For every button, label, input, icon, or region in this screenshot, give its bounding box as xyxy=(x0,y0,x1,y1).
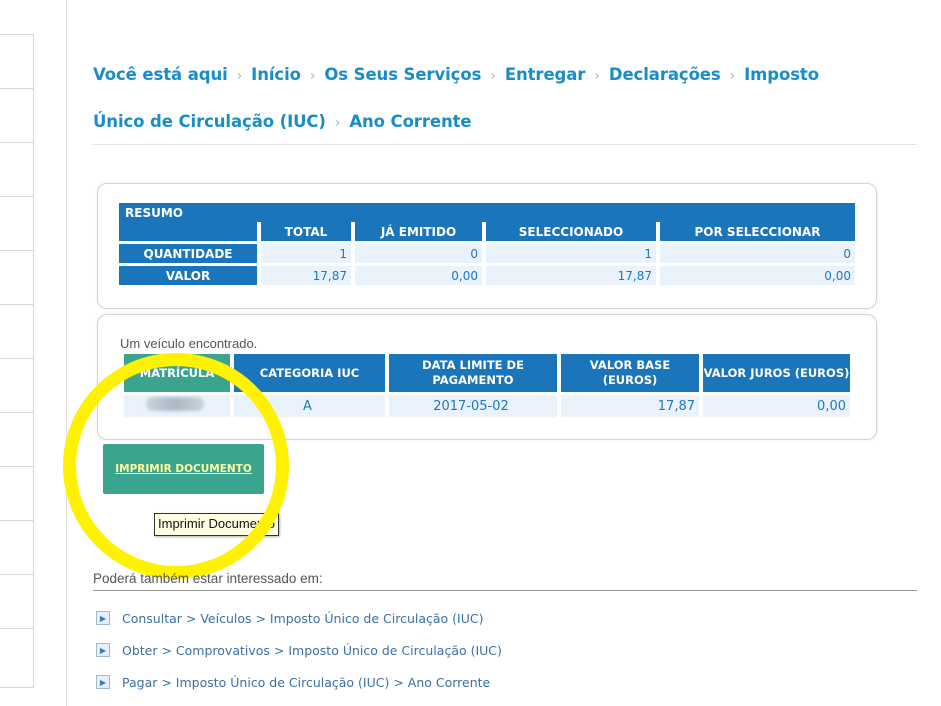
breadcrumb-ano-corrente[interactable]: Ano Corrente xyxy=(349,112,471,131)
breadcrumb-prefix: Você está aqui xyxy=(93,65,228,84)
play-arrow-icon: ▶ xyxy=(96,643,110,657)
divider xyxy=(93,590,917,591)
sidebar-item[interactable] xyxy=(0,197,33,251)
sidebar-item[interactable] xyxy=(0,251,33,305)
summary-cell: 0 xyxy=(660,241,855,263)
summary-header-total: TOTAL xyxy=(261,222,355,241)
related-link[interactable]: ▶ Consultar > Veículos > Imposto Único d… xyxy=(96,602,502,634)
sidebar-item[interactable] xyxy=(0,89,33,143)
summary-table: RESUMO TOTAL JÁ EMITIDO SELECCIONADO POR… xyxy=(119,203,855,285)
col-data-limite: DATA LIMITE DE PAGAMENTO xyxy=(389,354,561,392)
vehicles-found-text: Um veículo encontrado. xyxy=(120,336,258,351)
print-tooltip: Imprimir Documento xyxy=(154,513,280,536)
summary-header-por-seleccionar: POR SELECCIONAR xyxy=(660,222,855,241)
summary-header-seleccionado: SELECCIONADO xyxy=(486,222,660,241)
summary-header-empty xyxy=(119,222,261,241)
play-arrow-icon: ▶ xyxy=(96,675,110,689)
breadcrumb-servicos[interactable]: Os Seus Serviços xyxy=(324,65,481,84)
summary-cell: 0 xyxy=(355,241,486,263)
cell-data-limite: 2017-05-02 xyxy=(389,392,561,417)
summary-cell: 17,87 xyxy=(486,263,660,285)
sidebar-item[interactable] xyxy=(0,35,33,89)
print-document-button[interactable]: IMPRIMIR DOCUMENTO xyxy=(103,444,264,494)
related-link-label[interactable]: Pagar > Imposto Único de Circulação (IUC… xyxy=(122,675,490,690)
breadcrumb-separator-icon: › xyxy=(594,68,600,84)
cell-categoria: A xyxy=(234,392,389,417)
related-link-label[interactable]: Consultar > Veículos > Imposto Único de … xyxy=(122,611,484,626)
breadcrumb-separator-icon: › xyxy=(490,68,496,84)
vehicles-panel: Um veículo encontrado. MATRÍCULA CATEGOR… xyxy=(97,314,877,440)
related-link[interactable]: ▶ Pagar > Imposto Único de Circulação (I… xyxy=(96,666,502,698)
sidebar-item[interactable] xyxy=(0,305,33,359)
sidebar-item[interactable] xyxy=(0,575,33,629)
breadcrumb-separator-icon: › xyxy=(309,68,316,84)
summary-title: RESUMO xyxy=(119,203,855,222)
col-categoria: CATEGORIA IUC xyxy=(234,354,389,392)
summary-cell: 0,00 xyxy=(660,263,855,285)
summary-cell: 1 xyxy=(261,241,355,263)
summary-panel: RESUMO TOTAL JÁ EMITIDO SELECCIONADO POR… xyxy=(97,183,877,309)
breadcrumb-separator-icon: › xyxy=(236,68,243,84)
breadcrumb-iuc[interactable]: Único de Circulação (IUC) xyxy=(93,112,326,131)
breadcrumb-separator-icon: › xyxy=(729,68,736,84)
divider xyxy=(93,144,917,145)
cell-valor-juros: 0,00 xyxy=(703,392,850,417)
col-valor-juros: VALOR JUROS (EUROS) xyxy=(703,354,850,392)
breadcrumb: Você está aqui › Início › Os Seus Serviços › E… xyxy=(93,52,933,146)
related-title: Poderá também estar interessado em: xyxy=(93,571,323,586)
left-sidebar xyxy=(0,34,34,688)
col-matricula: MATRÍCULA xyxy=(124,354,234,392)
vehicles-table: MATRÍCULA CATEGORIA IUC DATA LIMITE DE P… xyxy=(124,354,850,417)
breadcrumb-declaracoes[interactable]: Declarações xyxy=(609,65,721,84)
breadcrumb-inicio[interactable]: Início xyxy=(251,65,301,84)
sidebar-item[interactable] xyxy=(0,413,33,467)
play-arrow-icon: ▶ xyxy=(96,611,110,625)
summary-row-label: QUANTIDADE xyxy=(119,241,261,263)
sidebar-item[interactable] xyxy=(0,629,33,683)
summary-cell: 0,00 xyxy=(355,263,486,285)
sidebar-item[interactable] xyxy=(0,359,33,413)
summary-header-emitido: JÁ EMITIDO xyxy=(355,222,486,241)
col-valor-base: VALOR BASE (EUROS) xyxy=(561,354,703,392)
related-link-label[interactable]: Obter > Comprovativos > Imposto Único de… xyxy=(122,643,502,658)
breadcrumb-separator-icon: › xyxy=(334,115,341,131)
cell-valor-base: 17,87 xyxy=(561,392,703,417)
summary-cell: 17,87 xyxy=(261,263,355,285)
breadcrumb-imposto[interactable]: Imposto xyxy=(744,65,819,84)
column-divider xyxy=(66,0,67,706)
summary-row-label: VALOR xyxy=(119,263,261,285)
related-link[interactable]: ▶ Obter > Comprovativos > Imposto Único … xyxy=(96,634,502,666)
summary-cell: 1 xyxy=(486,241,660,263)
table-row[interactable]: A 2017-05-02 17,87 0,00 xyxy=(124,392,850,417)
sidebar-item[interactable] xyxy=(0,143,33,197)
breadcrumb-entregar[interactable]: Entregar xyxy=(505,65,586,84)
sidebar-item[interactable] xyxy=(0,467,33,521)
blurred-plate xyxy=(146,397,204,411)
sidebar-item[interactable] xyxy=(0,521,33,575)
cell-matricula xyxy=(124,392,234,417)
related-links: ▶ Consultar > Veículos > Imposto Único d… xyxy=(96,602,502,698)
